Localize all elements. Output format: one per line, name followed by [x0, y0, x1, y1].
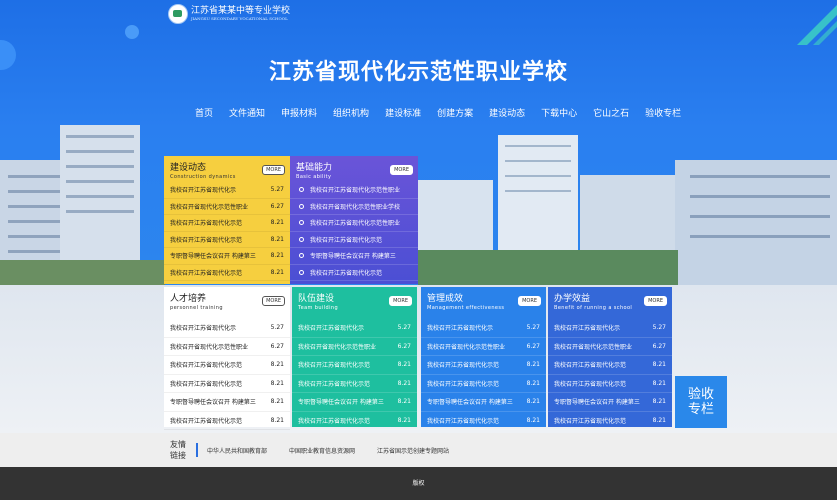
list-item[interactable]: 我校召开江苏省现代化示范 8.21: [164, 265, 290, 281]
nav-references[interactable]: 它山之石: [585, 108, 637, 120]
panel-title: 建设动态: [170, 163, 207, 173]
list-item[interactable]: 专职督导聘任会议召开 构建第三 8.21: [421, 393, 546, 412]
footer-copyright: 版权: [0, 467, 837, 500]
more-button[interactable]: MORE: [644, 296, 667, 306]
friend-links: 友情链接 中华人民共和国教育部 中国职业教育信息资源网 江苏省国示范创建专题网站: [0, 433, 837, 467]
list-item[interactable]: 我校召开省现代化示范性职业 6.27: [164, 338, 290, 356]
list-item[interactable]: 我校召开江苏省现代化示范 8.21: [421, 356, 546, 375]
more-button[interactable]: MORE: [262, 165, 285, 175]
list-item[interactable]: 我校召开省现代化示范性职业 6.27: [548, 338, 672, 356]
list-item[interactable]: 我校召开江苏省现代化示范 8.21: [421, 412, 546, 430]
list-item[interactable]: 专职督导聘任会议召开 构建第三 8.21: [292, 393, 417, 412]
list-item[interactable]: 我校召开省现代化示范性职业 6.27: [421, 338, 546, 356]
decor-circle: [125, 25, 139, 39]
list-item[interactable]: 我校召开江苏省现代化示范 8.21: [164, 356, 290, 375]
panel-team-building: 队伍建设 Team building MORE 我校召开江苏省现代化示 5.27 …: [292, 287, 417, 430]
news-list: 我校召开江苏省现代化示 5.27 我校召开省现代化示范性职业 6.27 我校召开江苏…: [164, 319, 290, 430]
list-item[interactable]: 我校召开江苏省现代化示 5.27: [292, 319, 417, 338]
panel-title: 人才培养: [170, 294, 207, 304]
panel-basic-ability: 基础能力 Basic ability MORE 我校召开江苏省现代化示范性职业 …: [290, 156, 418, 284]
list-item[interactable]: 我校召开省现代化示范性职业 6.27: [164, 199, 290, 215]
list-item[interactable]: 我校召开江苏省现代化示范 8.21: [548, 412, 672, 430]
list-item[interactable]: 我校召开江苏省现代化示范 8.21: [421, 375, 546, 393]
nav-application[interactable]: 申报材料: [273, 108, 325, 120]
more-button[interactable]: MORE: [262, 296, 285, 306]
page-title: 江苏省现代化示范性职业学校: [268, 60, 568, 85]
logo-subtext: JIANGSU SECONDARY VOCATIONAL SCHOOL: [191, 16, 288, 21]
acceptance-column-button[interactable]: 验收专栏: [675, 376, 727, 428]
list-item[interactable]: 专职督导聘任会议召开 构建第三 8.21: [164, 248, 290, 265]
panel-construction-dynamics: 建设动态 Construction dynamics MORE 我校召开江苏省现…: [164, 156, 290, 284]
list-item[interactable]: 我校召开江苏省现代化示范 8.21: [164, 215, 290, 232]
nav-home[interactable]: 首页: [187, 108, 221, 120]
nav-downloads[interactable]: 下载中心: [533, 108, 585, 120]
list-item[interactable]: 我校召开江苏省现代化示范 8.21: [548, 356, 672, 375]
list-item[interactable]: 我校召开江苏省现代化示范 8.21: [164, 412, 290, 430]
list-item[interactable]: 我校召开江苏省现代化示范 8.21: [164, 375, 290, 393]
list-item[interactable]: 我校召开江苏省现代化示范: [290, 265, 418, 281]
nav-standards[interactable]: 建设标准: [377, 108, 429, 120]
list-item[interactable]: 我校召开江苏省现代化示 5.27: [421, 319, 546, 338]
panel-title: 办学效益: [554, 294, 591, 304]
news-list: 我校召开江苏省现代化示 5.27 我校召开省现代化示范性职业 6.27 我校召开江苏…: [421, 319, 546, 430]
panel-subtitle: Construction dynamics: [170, 174, 236, 180]
news-list: 我校召开江苏省现代化示 5.27 我校召开省现代化示范性职业 6.27 我校召开江苏…: [164, 182, 290, 281]
list-item[interactable]: 专职督导聘任会议召开 构建第三 8.21: [164, 393, 290, 412]
list-item[interactable]: 我校召开江苏省现代化示 5.27: [164, 182, 290, 199]
decor-stripes: [797, 5, 837, 45]
panel-subtitle: Basic ability: [296, 174, 332, 180]
nav-plan[interactable]: 创建方案: [429, 108, 481, 120]
school-emblem-icon: [168, 4, 188, 24]
more-button[interactable]: MORE: [390, 165, 413, 175]
hero-banner: 江苏省某某中等专业学校 JIANGSU SECONDARY VOCATIONAL…: [0, 0, 837, 285]
list-item[interactable]: 我校召开江苏省现代化示范 8.21: [164, 232, 290, 248]
list-item[interactable]: 专职督导聘任会议召开 构建第三: [290, 248, 418, 265]
friend-link[interactable]: 江苏省国示范创建专题网站: [377, 446, 449, 455]
friend-link[interactable]: 中国职业教育信息资源网: [289, 446, 355, 455]
panel-subtitle: Team building: [298, 305, 339, 311]
news-list: 我校召开江苏省现代化示 5.27 我校召开省现代化示范性职业 6.27 我校召开江苏…: [548, 319, 672, 430]
list-item[interactable]: 我校召开江苏省现代化示范 8.21: [292, 412, 417, 430]
nav-organization[interactable]: 组织机构: [325, 108, 377, 120]
more-button[interactable]: MORE: [518, 296, 541, 306]
news-list: 我校召开江苏省现代化示 5.27 我校召开省现代化示范性职业 6.27 我校召开江苏…: [292, 319, 417, 430]
list-item[interactable]: 我校召开江苏省现代化示范 8.21: [292, 356, 417, 375]
panel-subtitle: Benefit of running a school: [554, 305, 633, 311]
list-item[interactable]: 我校召开江苏省现代化示范 8.21: [548, 375, 672, 393]
friend-link[interactable]: 中华人民共和国教育部: [207, 446, 267, 455]
panel-personnel-training: 人才培养 personnel training MORE 我校召开江苏省现代化示…: [164, 287, 290, 430]
panel-subtitle: personnel training: [170, 305, 223, 311]
list-item[interactable]: 我校召开江苏省现代化示 5.27: [164, 319, 290, 338]
nav-notices[interactable]: 文件通知: [221, 108, 273, 120]
list-item[interactable]: 我校召开江苏省现代化示范 8.21: [292, 375, 417, 393]
more-button[interactable]: MORE: [389, 296, 412, 306]
panel-subtitle: Management effectiveness: [427, 305, 505, 311]
list-item[interactable]: 我校召开江苏省现代化示 5.27: [548, 319, 672, 338]
campus-buildings-image: [0, 125, 837, 285]
main-nav: 首页 文件通知 申报材料 组织机构 建设标准 创建方案 建设动态 下载中心 它山…: [187, 108, 689, 120]
panel-management-effectiveness: 管理成效 Management effectiveness MORE 我校召开江…: [421, 287, 546, 430]
list-item[interactable]: 我校召开江苏省现代化示范性职业: [290, 215, 418, 232]
school-logo[interactable]: 江苏省某某中等专业学校 JIANGSU SECONDARY VOCATIONAL…: [168, 4, 292, 24]
panel-school-benefit: 办学效益 Benefit of running a school MORE 我校…: [548, 287, 672, 430]
nav-dynamics[interactable]: 建设动态: [481, 108, 533, 120]
list-item[interactable]: 我校召开江苏省现代化示范: [290, 232, 418, 248]
nav-acceptance[interactable]: 验收专栏: [637, 108, 689, 120]
friend-links-label: 友情链接: [170, 440, 186, 460]
panel-title: 管理成效: [427, 294, 464, 304]
list-item[interactable]: 专职督导聘任会议召开 构建第三 8.21: [548, 393, 672, 412]
list-item[interactable]: 我校召开江苏省现代化示范性职业: [290, 182, 418, 199]
news-list: 我校召开江苏省现代化示范性职业 我校召开省现代化示范性职业学校 我校召开江苏省现…: [290, 182, 418, 281]
divider: [196, 443, 198, 457]
panel-title: 基础能力: [296, 163, 333, 173]
panel-title: 队伍建设: [298, 294, 335, 304]
logo-text: 江苏省某某中等专业学校: [191, 6, 291, 16]
list-item[interactable]: 我校召开省现代化示范性职业学校: [290, 199, 418, 215]
list-item[interactable]: 我校召开省现代化示范性职业 6.27: [292, 338, 417, 356]
